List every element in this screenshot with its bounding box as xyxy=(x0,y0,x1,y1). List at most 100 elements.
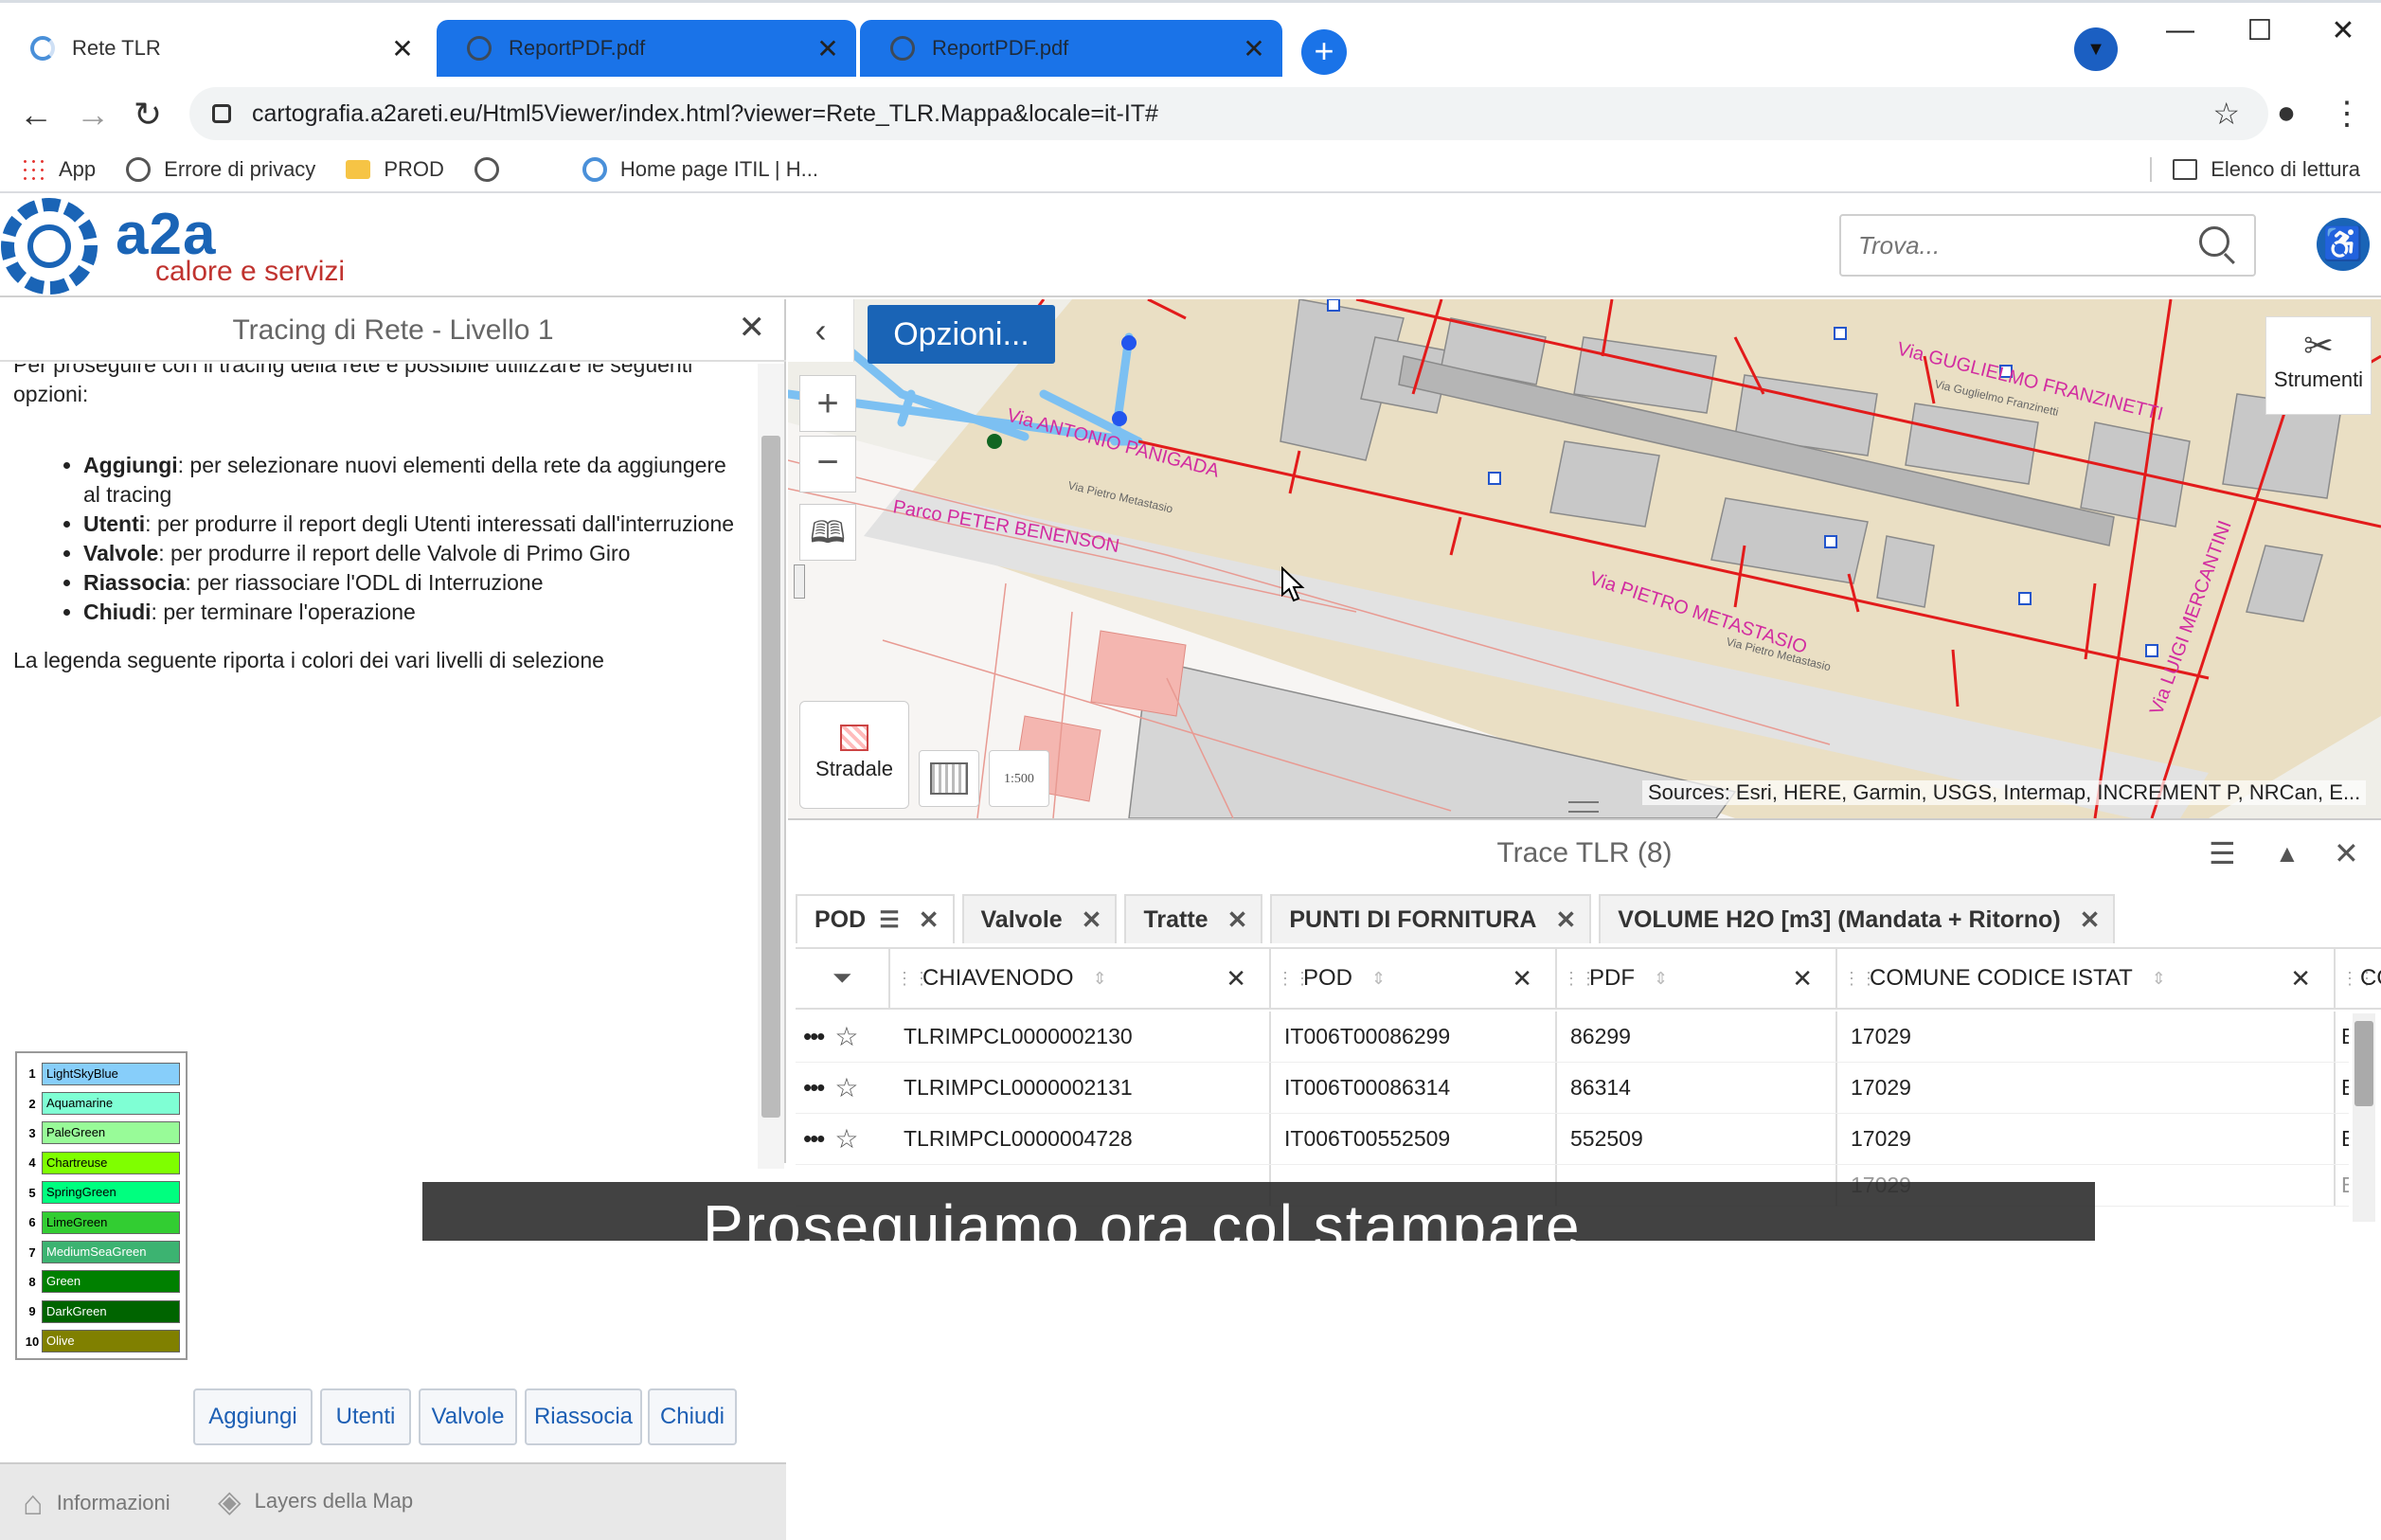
remove-column-icon[interactable]: ✕ xyxy=(1792,964,1813,994)
close-tab-icon[interactable]: ✕ xyxy=(1227,905,1248,935)
options-button[interactable]: Opzioni... xyxy=(868,305,1055,364)
zoom-in-button[interactable]: + xyxy=(799,375,856,432)
search-icon[interactable] xyxy=(2197,224,2239,266)
close-tab-icon[interactable]: ✕ xyxy=(1555,905,1576,935)
drag-handle-icon[interactable]: ⋮⋮ xyxy=(1563,969,1597,989)
column-chiavenodo[interactable]: ⋮⋮ CHIAVENODO ⇕ ✕ xyxy=(890,949,1271,1008)
remove-column-icon[interactable]: ✕ xyxy=(2290,964,2311,994)
aggiungi-button[interactable]: Aggiungi xyxy=(193,1388,313,1445)
chiudi-button[interactable]: Chiudi xyxy=(648,1388,737,1445)
column-co[interactable]: ⋮⋮ CO xyxy=(2336,949,2381,1008)
tab-search-icon[interactable]: ▼ xyxy=(2074,27,2118,71)
panel-content: Per proseguire con il tracing della rete… xyxy=(0,364,758,1082)
bookmark-prod[interactable]: PROD xyxy=(346,157,444,182)
profile-icon[interactable]: ● xyxy=(2265,95,2307,132)
drag-handle-icon[interactable]: ⋮⋮ xyxy=(2341,969,2375,989)
tab-valvole[interactable]: Valvole ✕ xyxy=(961,894,1118,943)
bookmark-itil[interactable]: Home page ITIL | H... xyxy=(582,157,818,182)
reading-list[interactable]: Elenco di lettura xyxy=(2150,157,2360,182)
tab-punti-di-fornitura[interactable]: PUNTI DI FORNITURA ✕ xyxy=(1270,894,1592,943)
more-icon[interactable]: ••• xyxy=(803,1073,825,1102)
tab-pod[interactable]: POD ☰ ✕ xyxy=(796,894,955,943)
sort-icon[interactable]: ⇕ xyxy=(1371,969,1386,989)
column-comune-codice-istat[interactable]: ⋮⋮ COMUNE CODICE ISTAT ⇕ ✕ xyxy=(1837,949,2336,1008)
more-icon[interactable]: ••• xyxy=(803,1022,825,1051)
table-scrollbar[interactable] xyxy=(2353,1013,2375,1222)
basemap-button[interactable]: Stradale xyxy=(799,701,909,809)
bookmark-star-icon[interactable]: ☆ xyxy=(2212,96,2240,132)
table-row[interactable]: ••• ☆ TLRIMPCL0000002130 IT006T00086299 8… xyxy=(796,1012,2349,1063)
map-view[interactable]: Via ANTONIO PANIGADA Parco PETER BENENSO… xyxy=(788,299,2381,818)
favorite-star-icon[interactable]: ☆ xyxy=(834,1072,858,1103)
close-tab-icon[interactable]: ✕ xyxy=(919,905,940,935)
accessibility-icon[interactable]: ♿ xyxy=(2317,218,2370,271)
legend-table: 1 LightSkyBlue 2 Aquamarine 3 PaleGreen 4 Chart… xyxy=(15,1051,188,1360)
scale-icon[interactable]: 1:500 xyxy=(989,750,1049,807)
remove-column-icon[interactable]: ✕ xyxy=(1226,964,1246,994)
valvole-button[interactable]: Valvole xyxy=(419,1388,517,1445)
close-tab-icon[interactable]: ✕ xyxy=(809,33,847,64)
drag-handle-icon[interactable]: ⋮⋮ xyxy=(1843,969,1877,989)
tab-rete-tlr[interactable]: Rete TLR ✕ xyxy=(0,20,431,77)
tab-informazioni[interactable]: ⌂ Informazioni xyxy=(23,1483,170,1523)
scrollbar-thumb[interactable] xyxy=(2354,1021,2373,1106)
tab-layers[interactable]: ◈ Layers della Map xyxy=(218,1483,413,1519)
measure-icon[interactable] xyxy=(919,750,979,807)
list-item: Aggiungi: per selezionare nuovi elementi… xyxy=(83,451,744,510)
sort-icon[interactable]: ⇕ xyxy=(2152,969,2166,989)
search-box[interactable] xyxy=(1839,214,2256,277)
list-menu-icon[interactable]: ☰ xyxy=(2209,835,2236,871)
column-pdf[interactable]: ⋮⋮ PDF ⇕ ✕ xyxy=(1557,949,1837,1008)
remove-column-icon[interactable]: ✕ xyxy=(1512,964,1532,994)
cell-chiavenodo: TLRIMPCL0000002130 xyxy=(890,1012,1271,1062)
riassocia-button[interactable]: Riassocia xyxy=(525,1388,642,1445)
table-row[interactable]: ••• ☆ TLRIMPCL0000004728 IT006T00552509 5… xyxy=(796,1114,2349,1165)
favorite-star-icon[interactable]: ☆ xyxy=(834,1021,858,1052)
tools-button[interactable]: ✂ Strumenti xyxy=(2265,316,2372,415)
zoom-out-button[interactable]: − xyxy=(799,436,856,492)
bookmark-globe[interactable] xyxy=(474,157,512,182)
map-handle[interactable] xyxy=(794,564,805,599)
reload-icon[interactable]: ↻ xyxy=(127,95,169,134)
maximize-icon[interactable]: ☐ xyxy=(2241,14,2279,47)
close-tab-icon[interactable]: ✕ xyxy=(1082,905,1102,935)
close-tab-icon[interactable]: ✕ xyxy=(1235,33,1273,64)
minimize-icon[interactable]: — xyxy=(2161,14,2199,46)
sort-icon[interactable]: ⇕ xyxy=(1093,969,1107,989)
legend-level-number: 6 xyxy=(28,1215,36,1230)
more-icon[interactable]: ••• xyxy=(803,1124,825,1154)
close-window-icon[interactable]: ✕ xyxy=(2324,14,2362,47)
scrollbar-thumb[interactable] xyxy=(761,436,780,1118)
bookmark-book-icon[interactable]: 🕮 xyxy=(799,504,856,561)
tab-tratte[interactable]: Tratte ✕ xyxy=(1124,894,1263,943)
back-icon[interactable]: ← xyxy=(15,95,57,134)
sort-icon[interactable]: ⇕ xyxy=(1654,969,1668,989)
drag-handle-icon[interactable]: ⋮⋮ xyxy=(1277,969,1311,989)
table-row[interactable]: ••• ☆ TLRIMPCL0000002131 IT006T00086314 8… xyxy=(796,1063,2349,1114)
address-bar[interactable]: cartografia.a2areti.eu/Html5Viewer/index… xyxy=(189,87,2268,140)
list-menu-icon[interactable]: ☰ xyxy=(879,906,900,934)
tab-volume-h2o[interactable]: VOLUME H2O [m3] (Mandata + Ritorno) ✕ xyxy=(1599,894,2116,943)
collapse-up-icon[interactable]: ▲ xyxy=(2275,839,2300,868)
close-tab-icon[interactable]: ✕ xyxy=(2080,905,2101,935)
collapse-panel-button[interactable]: ‹ xyxy=(788,299,854,362)
tab-reportpdf-2[interactable]: ReportPDF.pdf ✕ xyxy=(860,20,1282,77)
drag-handle-icon[interactable]: ⋮⋮ xyxy=(896,969,930,989)
search-input[interactable] xyxy=(1841,230,2197,260)
resize-handle-icon[interactable] xyxy=(1568,801,1599,813)
forward-icon[interactable]: → xyxy=(72,95,114,134)
close-icon[interactable]: ✕ xyxy=(739,309,766,347)
panel-scrollbar[interactable] xyxy=(758,364,784,1169)
favorite-star-icon[interactable]: ☆ xyxy=(834,1123,858,1155)
globe-icon xyxy=(467,36,492,61)
filter-icon[interactable]: ⏷ xyxy=(796,949,890,1008)
utenti-button[interactable]: Utenti xyxy=(320,1388,411,1445)
tab-reportpdf-1[interactable]: ReportPDF.pdf ✕ xyxy=(437,20,856,77)
bookmark-errore-privacy[interactable]: Errore di privacy xyxy=(126,157,315,182)
column-pod[interactable]: ⋮⋮ POD ⇕ ✕ xyxy=(1271,949,1557,1008)
menu-icon[interactable]: ⋮ xyxy=(2326,95,2368,133)
bookmark-app[interactable]: App xyxy=(21,157,96,182)
close-icon[interactable]: ✕ xyxy=(2334,835,2359,871)
close-tab-icon[interactable]: ✕ xyxy=(384,33,421,64)
new-tab-button[interactable]: + xyxy=(1301,29,1347,75)
